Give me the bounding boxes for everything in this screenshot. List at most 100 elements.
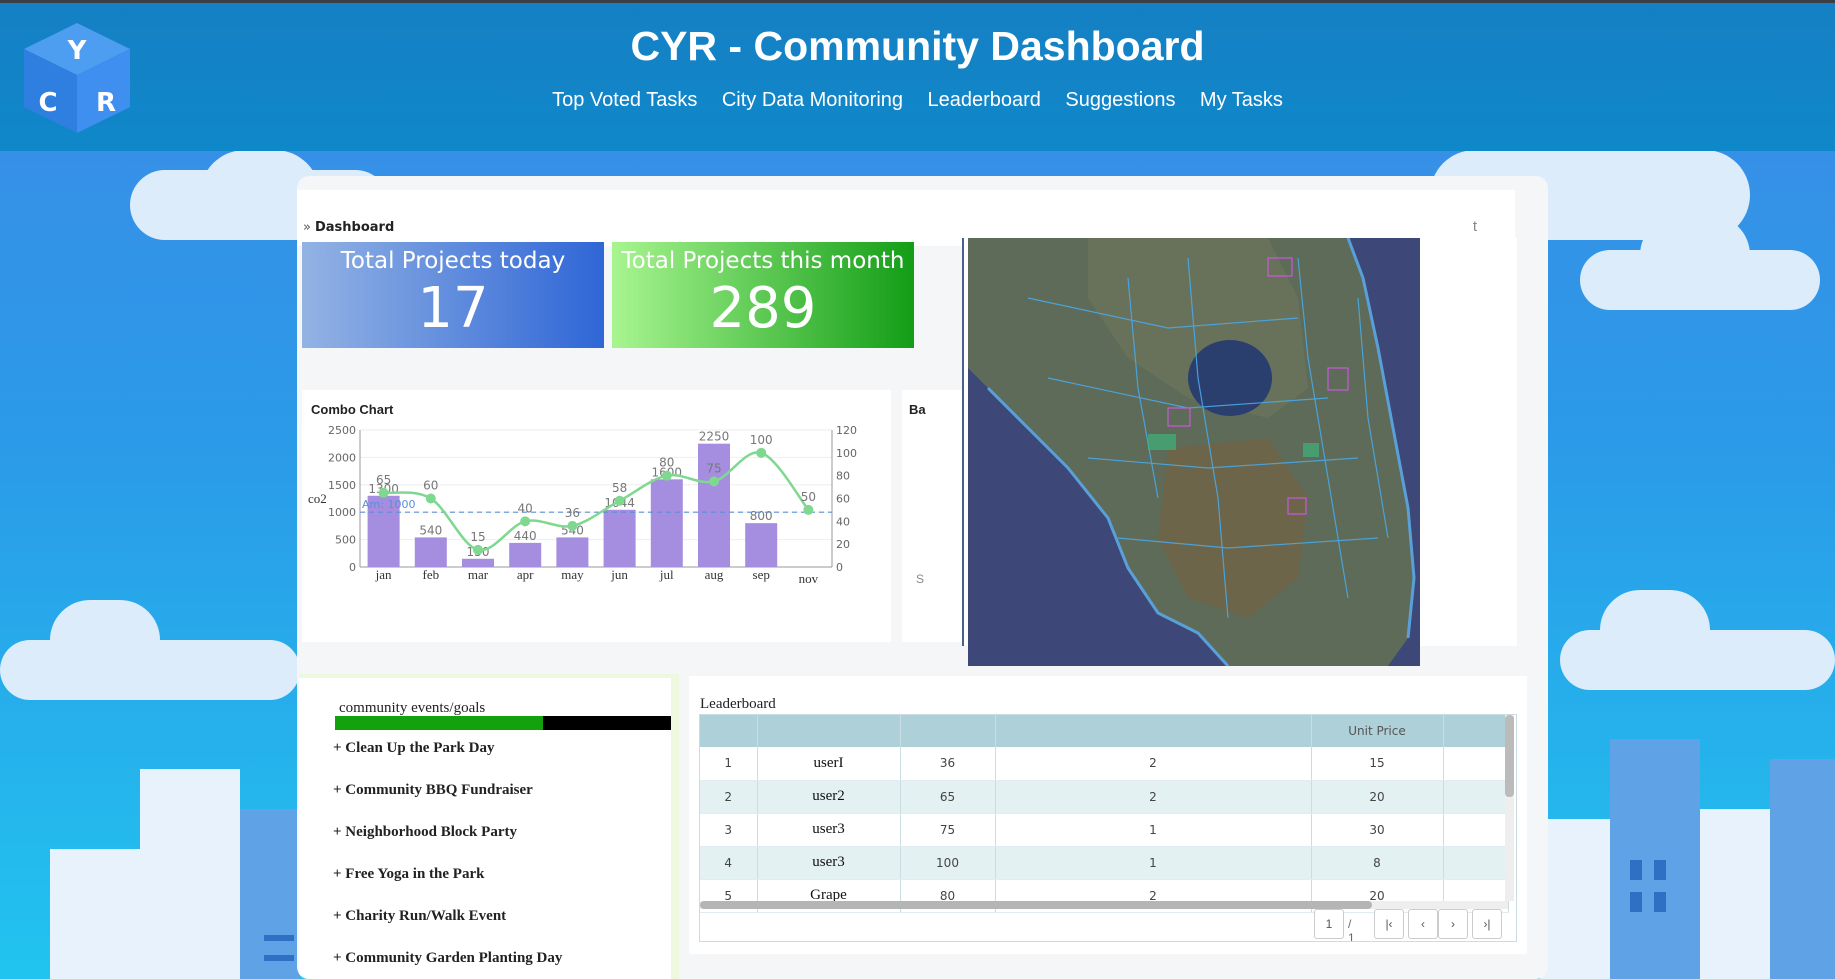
bar (462, 558, 494, 567)
event-item[interactable]: + Free Yoga in the Park (333, 866, 484, 883)
kpi-label: Total Projects today (340, 248, 566, 274)
window (264, 955, 294, 961)
cell: 2 (995, 747, 1312, 781)
next-page-icon[interactable]: › (1438, 909, 1468, 939)
line-data-label: 50 (801, 490, 816, 504)
kpi-card-month: Total Projects this month 289 (612, 242, 914, 348)
breadcrumb-label: Dashboard (314, 220, 395, 235)
table-row[interactable]: 4 user3 100 1 8 (700, 846, 1509, 880)
x-tick-label: aug (705, 567, 724, 582)
scrollbar-thumb[interactable] (700, 901, 1372, 909)
y2-tick-label: 60 (836, 493, 850, 506)
line-point (803, 504, 814, 515)
page-number-input[interactable]: 1 (1314, 909, 1344, 939)
y-tick-label: 1000 (328, 506, 356, 519)
table-header-row: Unit Price (700, 715, 1509, 747)
line-point (520, 516, 531, 527)
cell-user: user3 (757, 846, 901, 880)
y2-tick-label: 40 (836, 515, 850, 528)
line-point (378, 487, 389, 498)
events-inner: community events/goals + Clean Up the Pa… (299, 678, 671, 979)
x-tick-label: jul (659, 567, 674, 582)
bar (509, 542, 542, 567)
cell-unit-price: 8 (1311, 846, 1444, 880)
y-tick-label: 0 (349, 561, 356, 574)
column-header[interactable] (995, 715, 1312, 747)
building (1770, 759, 1835, 979)
cloud (1600, 590, 1710, 670)
double-chevron-right-icon: » (303, 220, 311, 235)
column-header[interactable] (700, 715, 758, 747)
nav-city-data-monitoring[interactable]: City Data Monitoring (722, 89, 903, 111)
line-point (425, 493, 436, 504)
event-item[interactable]: + Community BBQ Fundraiser (333, 782, 533, 799)
column-header[interactable] (757, 715, 901, 747)
kpi-value: 289 (709, 276, 817, 341)
y-axis-label: co2 (308, 491, 327, 506)
cell: 36 (900, 747, 996, 781)
cloud (50, 600, 160, 680)
event-item[interactable]: + Neighborhood Block Party (333, 824, 517, 841)
map-divider (962, 238, 964, 646)
bar-data-label: 540 (419, 523, 442, 537)
bar-data-label: 800 (750, 509, 773, 523)
cell: 100 (900, 846, 996, 880)
nav-top-voted-tasks[interactable]: Top Voted Tasks (552, 89, 697, 111)
nav-suggestions[interactable]: Suggestions (1065, 89, 1175, 111)
building (240, 809, 300, 979)
leaderboard-table: Unit Price 1 userI 36 2 15 2 user2 65 2 … (700, 715, 1509, 913)
combo-chart: co20500100015002000250002040608010012013… (308, 424, 857, 586)
cell (1443, 780, 1509, 814)
cell: 1 (995, 813, 1312, 847)
x-tick-label: jun (610, 567, 628, 582)
building (1700, 809, 1770, 979)
cell-user: userI (757, 747, 901, 781)
page-title: CYR - Community Dashboard (630, 23, 1205, 69)
y-tick-label: 2500 (328, 424, 356, 437)
main-nav: Top Voted Tasks City Data Monitoring Lea… (0, 89, 1835, 112)
cell-unit-price: 15 (1311, 747, 1444, 781)
first-page-icon[interactable]: |‹ (1374, 909, 1404, 939)
cell (1443, 747, 1509, 781)
cell-rank: 2 (700, 780, 758, 814)
window (1654, 892, 1666, 912)
table-row[interactable]: 3 user3 75 1 30 (700, 813, 1509, 847)
window (1630, 892, 1642, 912)
line-data-label: 60 (423, 479, 438, 493)
bar (414, 537, 447, 567)
satellite-map[interactable] (968, 238, 1420, 666)
line-data-label: 65 (376, 473, 391, 487)
prev-page-icon[interactable]: ‹ (1408, 909, 1438, 939)
cell-unit-price: 20 (1311, 780, 1444, 814)
column-header[interactable]: Unit Price (1311, 715, 1444, 747)
event-item[interactable]: + Charity Run/Walk Event (333, 908, 506, 925)
nav-my-tasks[interactable]: My Tasks (1200, 89, 1283, 111)
side-chart-letter: S (916, 572, 925, 586)
line-data-label: 36 (565, 506, 580, 520)
event-item[interactable]: + Clean Up the Park Day (333, 740, 494, 757)
y2-tick-label: 0 (836, 561, 843, 574)
bar (556, 537, 589, 567)
vertical-scrollbar[interactable] (1505, 715, 1514, 901)
column-header[interactable] (1443, 715, 1509, 747)
x-tick-label: nov (799, 571, 819, 586)
line-data-label: 75 (706, 461, 721, 475)
cell-rank: 1 (700, 747, 758, 781)
last-page-icon[interactable]: ›| (1472, 909, 1502, 939)
y-tick-label: 1500 (328, 479, 356, 492)
kpi-label: Total Projects this month (621, 248, 905, 274)
horizontal-scrollbar[interactable] (700, 901, 1508, 909)
line-data-label: 40 (518, 501, 533, 515)
table-row[interactable]: 1 userI 36 2 15 (700, 747, 1509, 781)
cell: 65 (900, 780, 996, 814)
leaderboard-card: Leaderboard Unit Price 1 userI 36 2 15 2… (689, 676, 1527, 954)
scrollbar-thumb[interactable] (1505, 715, 1514, 797)
table-row[interactable]: 2 user2 65 2 20 (700, 780, 1509, 814)
column-header[interactable] (900, 715, 996, 747)
nav-leaderboard[interactable]: Leaderboard (927, 89, 1040, 111)
breadcrumb[interactable]: » Dashboard (303, 220, 394, 235)
window (1654, 860, 1666, 880)
event-item[interactable]: + Community Garden Planting Day (333, 950, 562, 967)
side-chart-card: Ba S (902, 390, 962, 642)
y-tick-label: 2000 (328, 451, 356, 464)
